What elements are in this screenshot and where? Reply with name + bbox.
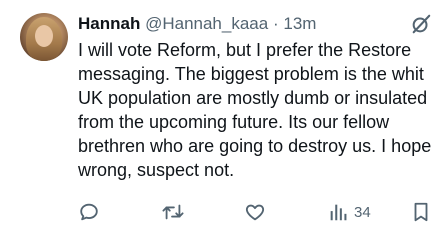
like-button[interactable] (244, 198, 266, 226)
reply-icon (78, 201, 100, 223)
tweet-text: I will vote Reform, but I prefer the Res… (78, 38, 436, 182)
tweet-text-line: wrong, suspect not. (78, 160, 235, 180)
timestamp[interactable]: 13m (283, 14, 316, 33)
bookmark-button[interactable] (412, 198, 430, 226)
bookmark-icon (412, 201, 430, 223)
grok-icon[interactable] (410, 13, 432, 35)
tweet-text-line: I will vote Reform, but I prefer the Res… (78, 40, 412, 60)
tweet-text-line: brethren who are going to destroy us. I … (78, 136, 432, 156)
avatar-face (35, 25, 53, 47)
tweet-header: Hannah @Hannah_kaaa · 13m (78, 12, 316, 36)
repost-button[interactable] (161, 198, 185, 226)
author-name[interactable]: Hannah (78, 14, 140, 33)
like-icon (244, 201, 266, 223)
views-button[interactable]: 34 (328, 198, 371, 226)
avatar[interactable] (20, 13, 68, 61)
separator-dot: · (272, 14, 279, 33)
views-icon (328, 201, 348, 223)
repost-icon (161, 201, 185, 223)
reply-button[interactable] (78, 198, 100, 226)
tweet-text-line: messaging. The biggest problem is the wh… (78, 64, 424, 84)
action-bar: 34 (0, 198, 436, 226)
tweet-text-line: UK population are mostly dumb or insulat… (78, 88, 428, 108)
tweet-text-line: from the upcoming future. Its our fellow (78, 112, 390, 132)
tweet[interactable]: Hannah @Hannah_kaaa · 13m I will vote Re… (0, 0, 436, 240)
author-handle[interactable]: @Hannah_kaaa (145, 14, 268, 33)
views-count: 34 (354, 203, 371, 221)
